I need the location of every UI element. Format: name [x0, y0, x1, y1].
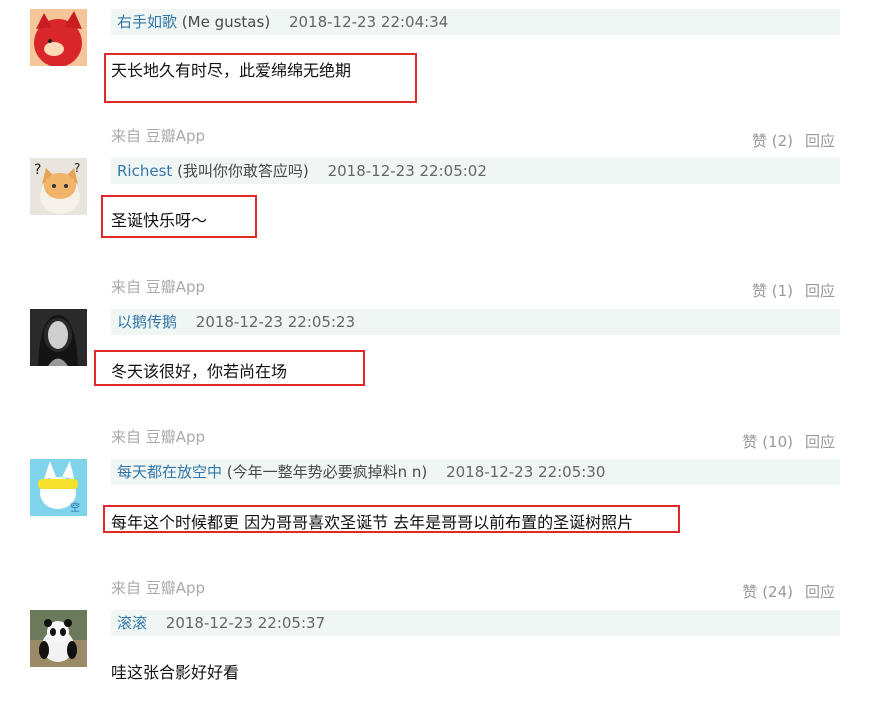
- avatar[interactable]: [30, 9, 87, 66]
- comment-source: 来自 豆瓣App: [111, 579, 206, 597]
- comment-time: 2018-12-23 22:05:30: [446, 463, 606, 481]
- comment-actions: 赞 (10) 回应: [742, 431, 835, 452]
- comment-actions: 赞 (1) 回应: [752, 280, 835, 301]
- avatar[interactable]: [30, 610, 87, 667]
- comment-source: 来自 豆瓣App: [111, 127, 206, 145]
- reply-button[interactable]: 回应: [805, 583, 835, 601]
- reply-button[interactable]: 回应: [805, 433, 835, 451]
- like-button[interactable]: 赞 (10): [742, 433, 793, 451]
- author-signature: (Me gustas): [181, 13, 271, 31]
- comment-source: 来自 豆瓣App: [111, 278, 206, 296]
- author-link[interactable]: 滚滚: [117, 614, 147, 632]
- comment-meta: 滚滚 2018-12-23 22:05:37: [111, 610, 840, 636]
- svg-text:空: 空: [70, 501, 80, 514]
- comment-actions: 赞 (2) 回应: [752, 130, 835, 151]
- comment-time: 2018-12-23 22:05:23: [195, 313, 356, 331]
- svg-text:?: ?: [74, 161, 80, 175]
- svg-text:?: ?: [34, 162, 41, 178]
- like-button[interactable]: 赞 (1): [752, 282, 793, 300]
- avatar[interactable]: 空: [30, 459, 87, 516]
- author-link[interactable]: 右手如歌: [117, 13, 177, 31]
- comment-meta: Richest (我叫你你敢答应吗) 2018-12-23 22:05:02: [111, 158, 840, 184]
- comment-time: 2018-12-23 22:05:37: [165, 614, 326, 632]
- comment-content: 冬天该很好，你若尚在场: [111, 362, 288, 381]
- comment-content: 哇这张合影好好看: [111, 663, 240, 682]
- author-link[interactable]: Richest: [117, 162, 172, 180]
- comment-meta: 每天都在放空中 (今年一整年势必要疯掉料n n) 2018-12-23 22:0…: [111, 459, 840, 485]
- comment-time: 2018-12-23 22:05:02: [327, 162, 487, 180]
- comment-actions: 赞 (24) 回应: [742, 581, 835, 602]
- author-signature: (我叫你你敢答应吗): [177, 162, 309, 180]
- comment-meta: 以鹅传鹅 2018-12-23 22:05:23: [111, 309, 840, 335]
- comment-time: 2018-12-23 22:04:34: [288, 13, 449, 31]
- like-button[interactable]: 赞 (2): [752, 132, 793, 150]
- comment-content: 圣诞快乐呀～: [111, 211, 208, 230]
- author-signature: (今年一整年势必要疯掉料n n): [226, 463, 428, 481]
- comment-content: 天长地久有时尽，此爱绵绵无绝期: [111, 61, 352, 80]
- like-button[interactable]: 赞 (24): [742, 583, 793, 601]
- avatar[interactable]: [30, 309, 87, 366]
- reply-button[interactable]: 回应: [805, 282, 835, 300]
- comment-meta: 右手如歌 (Me gustas) 2018-12-23 22:04:34: [111, 9, 840, 35]
- author-link[interactable]: 每天都在放空中: [117, 463, 222, 481]
- comment-source: 来自 豆瓣App: [111, 428, 206, 446]
- author-link[interactable]: 以鹅传鹅: [117, 313, 177, 331]
- comment-content: 每年这个时候都更 因为哥哥喜欢圣诞节 去年是哥哥以前布置的圣诞树照片: [111, 513, 634, 532]
- avatar[interactable]: ? ?: [30, 158, 87, 215]
- reply-button[interactable]: 回应: [805, 132, 835, 150]
